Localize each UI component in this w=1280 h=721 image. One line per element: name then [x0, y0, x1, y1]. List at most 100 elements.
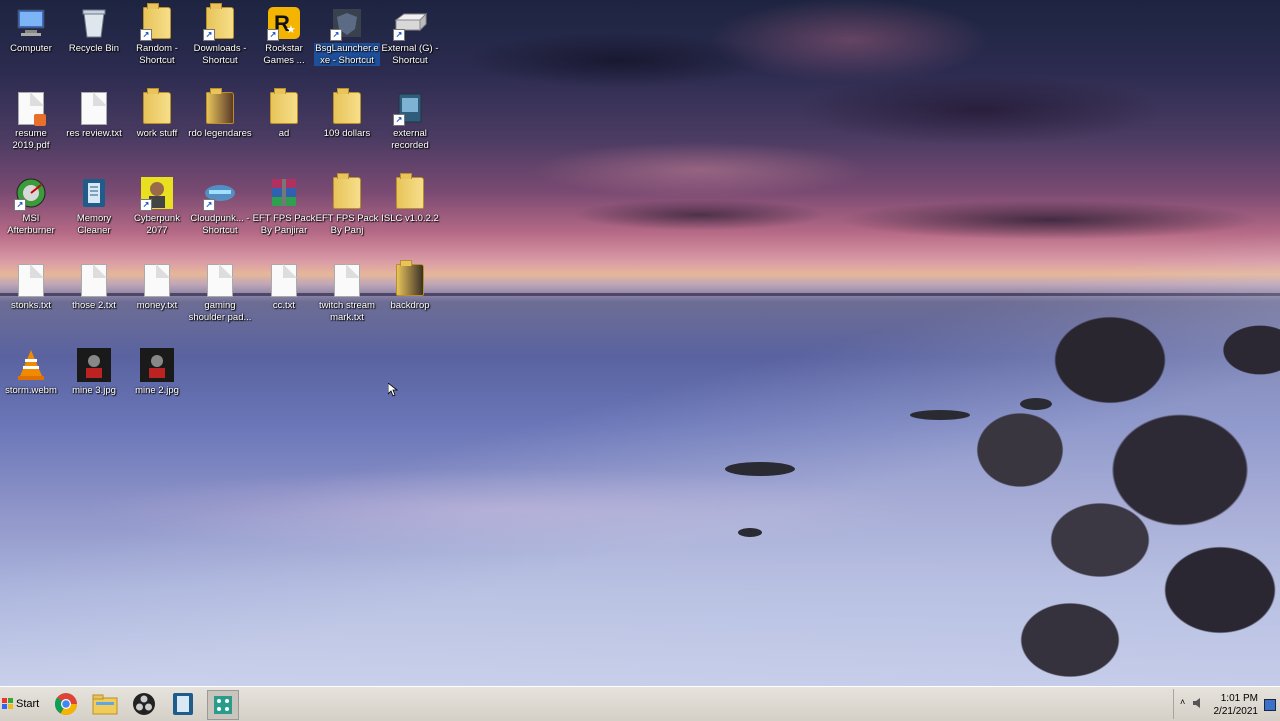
- taskbar-memory-cleaner-button[interactable]: [168, 690, 198, 718]
- folder-icon: [333, 88, 361, 124]
- show-desktop-button[interactable]: [1264, 699, 1276, 711]
- desktop-icon-msi-afterburner[interactable]: ↗ MSI Afterburner: [0, 175, 62, 236]
- wallpaper-rock: [1020, 398, 1052, 410]
- desktop-icon-money-txt[interactable]: money.txt: [126, 262, 188, 312]
- desktop-icon-twitch-stream-mark[interactable]: twitch stream mark.txt: [316, 262, 378, 323]
- icon-label: ISLC v1.0.2.2: [381, 213, 439, 224]
- cyberpunk-icon: ↗: [140, 175, 174, 211]
- cloudpunk-icon: ↗: [203, 175, 237, 211]
- text-file-icon: [81, 263, 107, 297]
- text-file-icon: [334, 263, 360, 297]
- desktop-icon-rockstar-games[interactable]: R ★ ↗ Rockstar Games ...: [253, 5, 315, 66]
- icon-label: external recorded: [391, 128, 429, 151]
- desktop-icon-memory-cleaner[interactable]: Memory Cleaner: [63, 175, 125, 236]
- desktop-icon-resume-pdf[interactable]: resume 2019.pdf: [0, 90, 62, 151]
- system-tray: ˄ 1:01 PM 2/21/2021: [1173, 689, 1280, 719]
- desktop-icon-mine-2-jpg[interactable]: mine 2.jpg: [126, 347, 188, 397]
- shortcut-arrow-icon: ↗: [14, 199, 26, 211]
- network-tool-icon: [214, 696, 232, 714]
- desktop-icon-rdo-legendares[interactable]: rdo legendares: [188, 88, 252, 140]
- image-thumbnail-icon: [140, 347, 174, 383]
- vlc-icon: [14, 347, 48, 383]
- icon-label: storm.webm: [5, 385, 57, 396]
- desktop-icon-stonks-txt[interactable]: stonks.txt: [0, 262, 62, 312]
- taskbar-network-tool-button[interactable]: [207, 690, 239, 720]
- icon-label: External (G) - Shortcut: [381, 43, 439, 66]
- desktop-icon-external-g-shortcut[interactable]: ↗ External (G) - Shortcut: [379, 5, 441, 66]
- text-file-icon: [271, 263, 297, 297]
- icon-label: resume 2019.pdf: [12, 128, 50, 151]
- icon-label: Cloudpunk... - Shortcut: [190, 213, 250, 236]
- desktop-icon-backdrop[interactable]: backdrop: [379, 260, 441, 312]
- clock-date[interactable]: 2/21/2021: [1198, 706, 1259, 717]
- image-thumbnail-icon: [77, 347, 111, 383]
- desktop-icon-computer[interactable]: Computer: [0, 5, 62, 55]
- icon-label: EFT FPS Pack By Panjirar: [252, 213, 316, 236]
- icon-label: mine 2.jpg: [135, 385, 179, 396]
- icon-label: Computer: [10, 43, 52, 54]
- desktop-icon-eft-fps-pack-panj[interactable]: EFT FPS Pack By Panj: [316, 173, 378, 236]
- desktop-icon-cc-txt[interactable]: cc.txt: [253, 262, 315, 312]
- icon-label: BsgLauncher.exe - Shortcut: [314, 43, 380, 66]
- pdf-badge-icon: [34, 114, 46, 126]
- folder-icon: [143, 88, 171, 124]
- desktop-icon-those-2-txt[interactable]: those 2.txt: [63, 262, 125, 312]
- icon-label: cc.txt: [272, 300, 296, 311]
- folder-icon: [396, 173, 424, 209]
- icon-label: gaming shoulder pad...: [188, 300, 252, 323]
- shortcut-arrow-icon: ↗: [393, 29, 405, 41]
- desktop-icon-islc[interactable]: ISLC v1.0.2.2: [379, 173, 441, 225]
- computer-icon: [14, 5, 48, 41]
- desktop[interactable]: Computer Recycle Bin ↗ Random - Shortcut…: [0, 0, 1280, 686]
- text-file-icon: [144, 263, 170, 297]
- icon-label: Rockstar Games ...: [263, 43, 305, 66]
- text-file-icon: [207, 263, 233, 297]
- icon-label: Random - Shortcut: [136, 43, 178, 66]
- taskbar-chrome-button[interactable]: [51, 690, 81, 718]
- show-hidden-icons-chevron-icon[interactable]: ˄: [1180, 697, 1185, 707]
- desktop-icon-recycle-bin[interactable]: Recycle Bin: [63, 5, 125, 55]
- desktop-icon-109-dollars[interactable]: 109 dollars: [316, 88, 378, 140]
- shortcut-arrow-icon: ↗: [330, 29, 342, 41]
- desktop-icon-external-recorded[interactable]: ↗ external recorded: [379, 90, 441, 151]
- folder-icon: [396, 260, 424, 296]
- desktop-icon-random-shortcut[interactable]: ↗ Random - Shortcut: [126, 3, 188, 66]
- taskbar-obs-button[interactable]: [129, 690, 159, 718]
- wallpaper-rock: [738, 528, 762, 537]
- desktop-icon-res-review[interactable]: res review.txt: [63, 90, 125, 140]
- chrome-icon: [54, 693, 77, 715]
- desktop-icon-downloads-shortcut[interactable]: ↗ Downloads - Shortcut: [189, 3, 251, 66]
- shortcut-arrow-icon: ↗: [140, 199, 152, 211]
- desktop-icon-cloudpunk-shortcut[interactable]: ↗ Cloudpunk... - Shortcut: [189, 175, 251, 236]
- desktop-icon-work-stuff[interactable]: work stuff: [126, 88, 188, 140]
- svg-text:★: ★: [286, 24, 296, 36]
- icon-label: stonks.txt: [10, 300, 52, 311]
- icon-label: Memory Cleaner: [76, 213, 112, 236]
- folder-icon: [206, 88, 234, 124]
- text-file-icon: [18, 263, 44, 297]
- desktop-icon-eft-fps-pack-panjirar[interactable]: EFT FPS Pack By Panjirar: [253, 175, 315, 236]
- winrar-archive-icon: [267, 175, 301, 211]
- bsg-launcher-icon: ↗: [330, 5, 364, 41]
- desktop-icon-ad[interactable]: ad: [253, 88, 315, 140]
- memory-cleaner-icon: [173, 693, 193, 715]
- wallpaper-rocks: [960, 290, 1280, 686]
- icon-label: rdo legendares: [188, 128, 252, 139]
- shortcut-arrow-icon: ↗: [203, 29, 215, 41]
- msi-afterburner-icon: ↗: [14, 175, 48, 211]
- icon-label: MSI Afterburner: [7, 213, 55, 236]
- explorer-icon: [92, 694, 118, 715]
- desktop-icon-gaming-shoulder-pad[interactable]: gaming shoulder pad...: [189, 262, 251, 323]
- clock-time[interactable]: 1:01 PM: [1198, 693, 1258, 704]
- drive-icon: ↗: [393, 5, 427, 41]
- recycle-bin-icon: [77, 5, 111, 41]
- rockstar-icon: R ★ ↗: [267, 5, 301, 41]
- start-button[interactable]: Start: [2, 692, 42, 716]
- text-file-icon: [81, 91, 107, 125]
- desktop-icon-storm-webm[interactable]: storm.webm: [0, 347, 62, 397]
- desktop-icon-bsglauncher-shortcut[interactable]: ↗ BsgLauncher.exe - Shortcut: [314, 5, 380, 66]
- desktop-icon-cyberpunk-2077[interactable]: ↗ Cyberpunk 2077: [126, 175, 188, 236]
- desktop-icon-mine-3-jpg[interactable]: mine 3.jpg: [63, 347, 125, 397]
- taskbar-explorer-button[interactable]: [90, 690, 120, 718]
- icon-label: ad: [278, 128, 290, 139]
